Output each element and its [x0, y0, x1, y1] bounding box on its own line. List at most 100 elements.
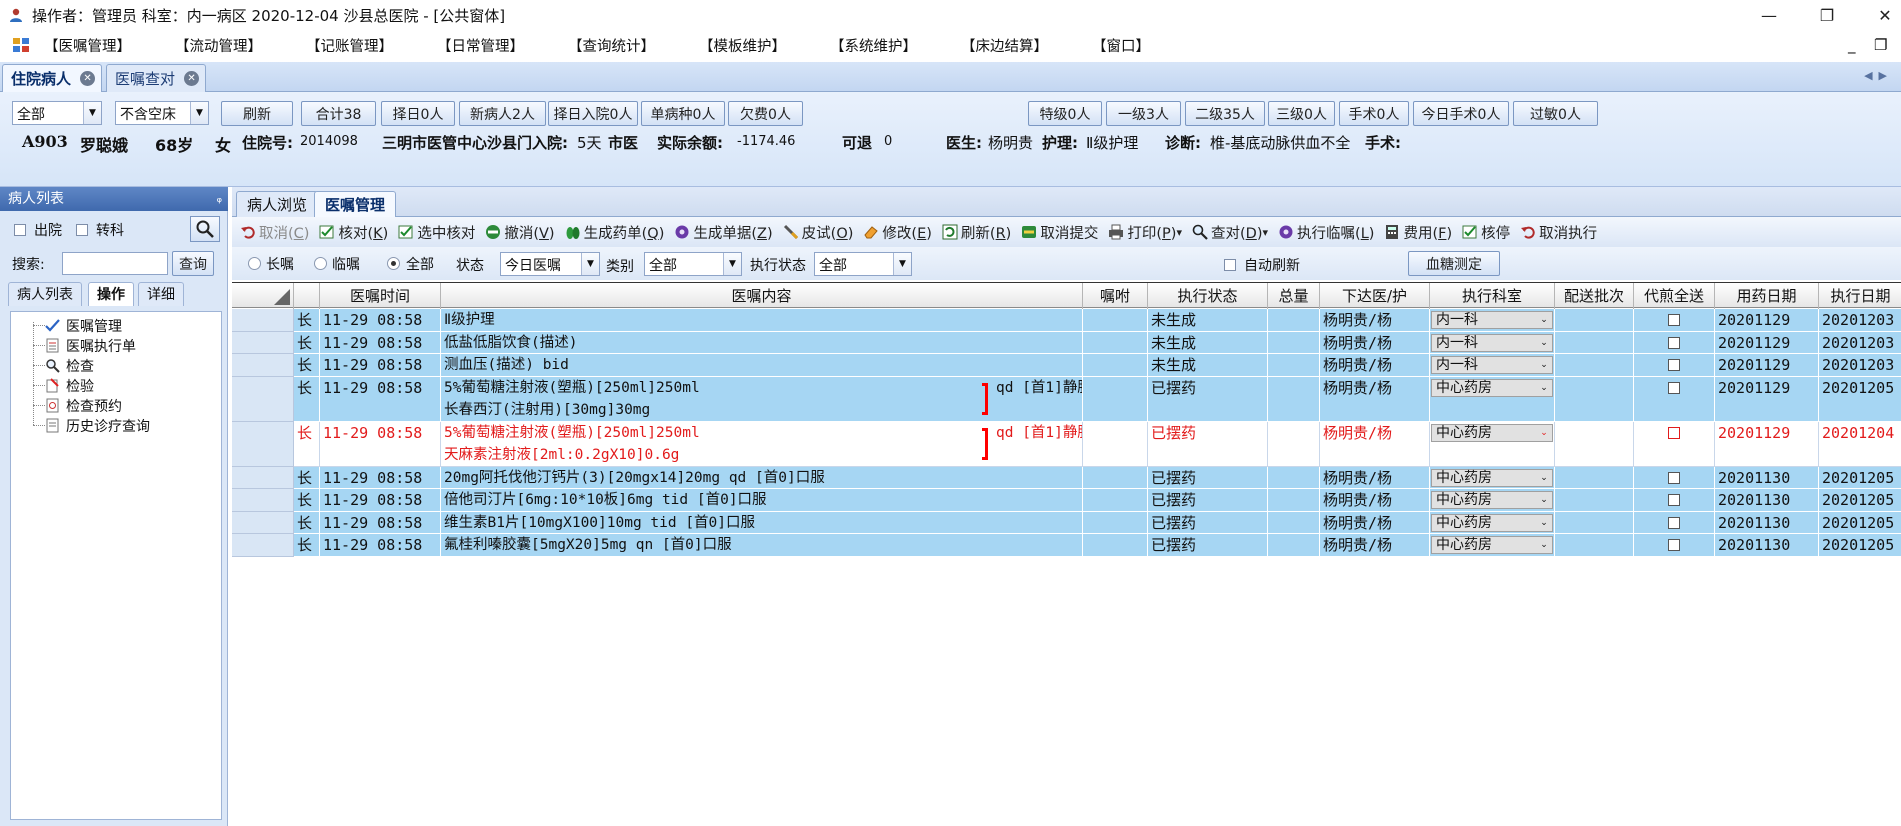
decoct-checkbox[interactable] [1668, 314, 1680, 326]
scheduled-admission-button[interactable]: 择日入院0人 [548, 101, 638, 126]
exec-dept-select[interactable]: 中心药房 ⌄ [1431, 378, 1553, 397]
tab-patient-list[interactable]: 病人列表 [8, 282, 82, 306]
table-row[interactable]: 长 11-29 08:58 倍他司汀片[6mg:10*10板]6mg tid [首0… [232, 489, 1901, 512]
scheduled-day-button[interactable]: 择日0人 [381, 101, 455, 126]
tree-item-examination[interactable]: 检查 [45, 356, 94, 375]
column-header-2[interactable]: 嘱咐 [1083, 283, 1148, 309]
chevron-down-icon[interactable]: ▼ [581, 253, 599, 275]
allergy-button[interactable]: 过敏0人 [1513, 101, 1598, 126]
chevron-down-icon[interactable]: ⌄ [1536, 470, 1552, 486]
table-row[interactable]: 长 11-29 08:58 低盐低脂饮食(描述) 未生成 杨明贵/杨 内一科 ⌄ 202011… [232, 331, 1901, 354]
grade-three-button[interactable]: 三级0人 [1268, 101, 1335, 126]
table-row[interactable]: 长 11-29 08:58 Ⅱ级护理 未生成 杨明贵/杨 内一科 ⌄ 20201129 2020… [232, 309, 1901, 332]
tree-item-execution-sheet[interactable]: 医嘱执行单 [45, 336, 136, 355]
column-header-7[interactable]: 配送批次 [1555, 283, 1634, 309]
column-header-10[interactable]: 执行日期 [1819, 283, 1901, 309]
toolbar-button-4[interactable]: 生成药单(Q) [565, 222, 664, 243]
chevron-down-icon[interactable]: ⌄ [1536, 492, 1552, 508]
exec-dept-select[interactable]: 内一科 ⌄ [1431, 311, 1553, 329]
row-selector[interactable] [232, 376, 294, 422]
toolbar-button-2[interactable]: 选中核对 [398, 222, 475, 243]
tab-operations[interactable]: 操作 [88, 282, 134, 306]
close-button[interactable]: ✕ [1860, 0, 1901, 30]
table-row[interactable]: 长 11-29 08:58 5%葡萄糖注射液(塑瓶)[250ml]250ml 长春西汀… [232, 376, 1901, 422]
tab-order-check[interactable]: 医嘱查对 ✕ [106, 64, 207, 92]
toolbar-button-8[interactable]: 刷新(R) [942, 222, 1011, 243]
menu-template-maintenance[interactable]: 【模板维护】 [699, 35, 786, 56]
exec-dept-select[interactable]: 中心药房 ⌄ [1431, 491, 1553, 509]
tab-order-management[interactable]: 医嘱管理 [314, 191, 397, 217]
toolbar-button-0[interactable]: 取消(C) [240, 222, 309, 243]
menu-order-management[interactable]: 【医嘱管理】 [44, 35, 131, 56]
category-combo[interactable]: 全部 ▼ [644, 252, 742, 276]
decoct-checkbox[interactable] [1668, 494, 1680, 506]
chevron-down-icon[interactable]: ▼ [83, 102, 101, 124]
column-header-8[interactable]: 代煎全送 [1634, 283, 1715, 309]
menu-query-statistics[interactable]: 【查询统计】 [568, 35, 655, 56]
table-row[interactable]: 长 11-29 08:58 5%葡萄糖注射液(塑瓶)[250ml]250ml 天麻素注… [232, 421, 1901, 467]
chevron-down-icon[interactable]: ⌄ [1536, 380, 1552, 396]
single-disease-button[interactable]: 单病种0人 [641, 101, 725, 126]
surgery-button[interactable]: 手术0人 [1339, 101, 1409, 126]
decoct-checkbox[interactable] [1668, 359, 1680, 371]
menu-system-maintenance[interactable]: 【系统维护】 [830, 35, 917, 56]
chevron-down-icon[interactable]: ▾ [1262, 226, 1268, 239]
table-row[interactable]: 长 11-29 08:58 20mg阿托伐他汀钙片(3)[20mgx14]20mg … [232, 466, 1901, 489]
new-patients-button[interactable]: 新病人2人 [459, 101, 546, 126]
bed-filter-combo[interactable]: 不含空床 ▼ [115, 101, 209, 125]
exec-dept-select[interactable]: 中心药房 ⌄ [1431, 468, 1553, 487]
today-surgery-button[interactable]: 今日手术0人 [1413, 101, 1509, 126]
search-input[interactable] [62, 252, 168, 275]
blood-glucose-button[interactable]: 血糖测定 [1408, 251, 1500, 276]
exec-dept-select[interactable]: 内一科 ⌄ [1431, 356, 1553, 374]
column-header-4[interactable]: 总量 [1268, 283, 1320, 309]
tab-patient-browse[interactable]: 病人浏览 [236, 191, 319, 217]
toolbar-button-5[interactable]: 生成单据(Z) [674, 222, 773, 243]
tab-inpatients[interactable]: 住院病人 ✕ [2, 64, 103, 92]
chevron-down-icon[interactable]: ▾ [1176, 226, 1182, 239]
long-term-radio[interactable] [248, 257, 261, 270]
table-row[interactable]: 长 11-29 08:58 维生素B1片[10mgX100]10mg tid [首0… [232, 511, 1901, 534]
decoct-checkbox[interactable] [1668, 426, 1680, 439]
column-header-6[interactable]: 执行科室 [1430, 283, 1555, 309]
grid-corner[interactable] [232, 283, 294, 309]
table-row[interactable]: 长 11-29 08:58 测血压(描述) bid 未生成 杨明贵/杨 内一科 ⌄ 20201… [232, 354, 1901, 377]
pin-icon[interactable]: ᵩ [217, 187, 222, 211]
column-header-5[interactable]: 下达医/护 [1320, 283, 1430, 309]
tree-item-exam-appointment[interactable]: 检查预约 [45, 396, 122, 415]
menu-daily-management[interactable]: 【日常管理】 [437, 35, 524, 56]
row-selector[interactable] [232, 309, 294, 332]
toolbar-button-15[interactable]: 取消执行 [1520, 222, 1597, 243]
chevron-down-icon[interactable]: ▼ [893, 253, 911, 275]
toolbar-button-12[interactable]: 执行临嘱(L) [1278, 222, 1374, 243]
decoct-checkbox[interactable] [1668, 381, 1680, 394]
ward-filter-combo[interactable]: 全部 ▼ [12, 101, 102, 125]
decoct-checkbox[interactable] [1668, 471, 1680, 484]
chevron-down-icon[interactable]: ⌄ [1536, 537, 1552, 553]
grade-two-button[interactable]: 二级35人 [1185, 101, 1265, 126]
status-combo[interactable]: 今日医嘱 ▼ [500, 252, 600, 276]
menu-bedside-settlement[interactable]: 【床边结算】 [961, 35, 1048, 56]
tab-scroll-arrows-icon[interactable]: ◀▶ [1864, 69, 1893, 82]
toolbar-button-7[interactable]: 修改(E) [863, 222, 932, 243]
exec-dept-select[interactable]: 内一科 ⌄ [1431, 333, 1553, 352]
discharged-checkbox[interactable] [14, 224, 26, 236]
chevron-down-icon[interactable]: ⌄ [1536, 312, 1552, 328]
temporary-radio[interactable] [314, 257, 327, 270]
chevron-down-icon[interactable]: ⌄ [1536, 335, 1552, 351]
chevron-down-icon[interactable]: ▼ [190, 102, 208, 124]
tree-item-order-management[interactable]: 医嘱管理 [45, 316, 122, 335]
maximize-button[interactable]: ❐ [1802, 0, 1852, 30]
minimize-button[interactable]: — [1744, 0, 1794, 30]
toolbar-button-10[interactable]: 打印(P) ▾ [1108, 222, 1182, 243]
system-menu-icon[interactable] [12, 37, 30, 53]
toolbar-button-11[interactable]: 查对(D) ▾ [1192, 222, 1268, 243]
row-selector[interactable] [232, 466, 294, 489]
row-selector[interactable] [232, 421, 294, 467]
decoct-checkbox[interactable] [1668, 516, 1680, 529]
row-selector[interactable] [232, 489, 294, 512]
exec-dept-select[interactable]: 中心药房 ⌄ [1431, 423, 1553, 442]
close-tab-icon[interactable]: ✕ [80, 71, 96, 86]
grade-one-button[interactable]: 一级3人 [1106, 101, 1181, 126]
row-selector[interactable] [232, 354, 294, 377]
